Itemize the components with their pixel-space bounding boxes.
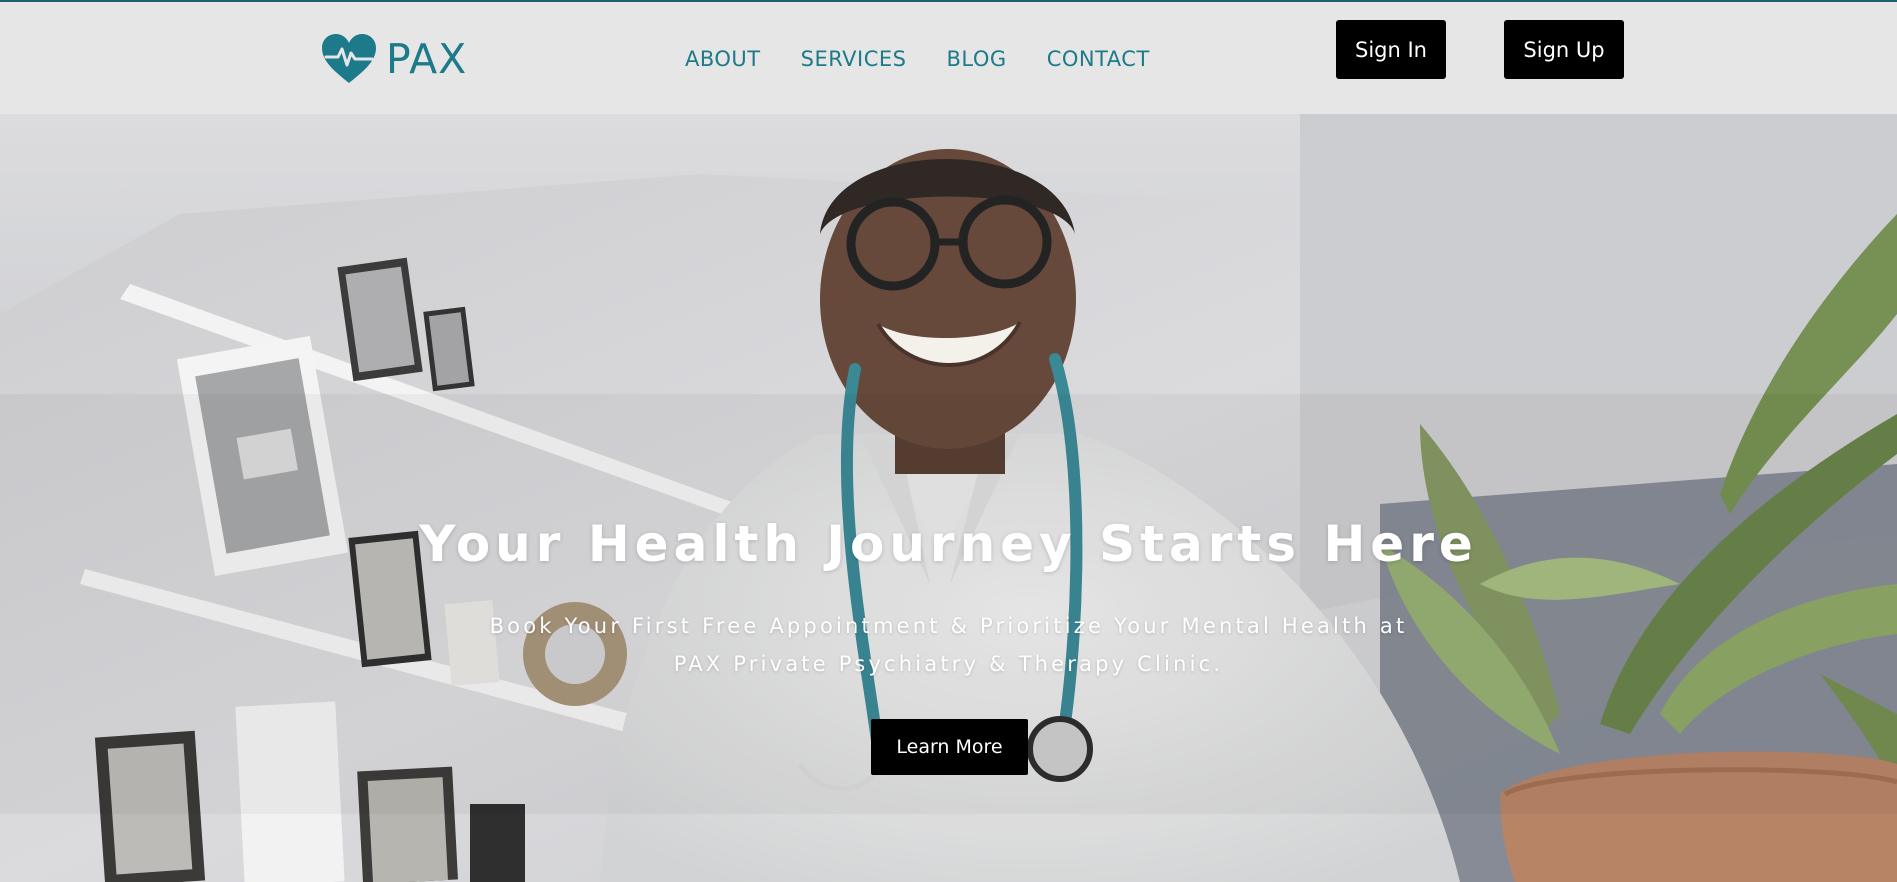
nav-contact[interactable]: CONTACT — [1047, 46, 1150, 72]
hero-title: Your Health Journey Starts Here — [419, 515, 1478, 573]
hero-subtitle-line1: Book Your First Free Appointment & Prior… — [489, 614, 1408, 638]
main-nav: ABOUT SERVICES BLOG CONTACT — [685, 46, 1150, 72]
hero-subtitle-line2: PAX Private Psychiatry & Therapy Clinic. — [673, 652, 1224, 676]
sign-up-button[interactable]: Sign Up — [1504, 20, 1624, 79]
sign-in-button[interactable]: Sign In — [1336, 20, 1446, 79]
site-header: PAX ABOUT SERVICES BLOG CONTACT Sign In … — [0, 0, 1897, 114]
learn-more-button[interactable]: Learn More — [871, 719, 1028, 775]
brand-logo[interactable]: PAX — [320, 32, 467, 86]
heart-pulse-icon — [322, 34, 376, 83]
nav-services[interactable]: SERVICES — [801, 46, 907, 72]
hero-section: Your Health Journey Starts Here Book You… — [0, 114, 1897, 882]
brand-name: PAX — [386, 34, 468, 83]
nav-about[interactable]: ABOUT — [685, 46, 761, 72]
hero-subtitle: Book Your First Free Appointment & Prior… — [400, 607, 1497, 683]
nav-blog[interactable]: BLOG — [947, 46, 1007, 72]
